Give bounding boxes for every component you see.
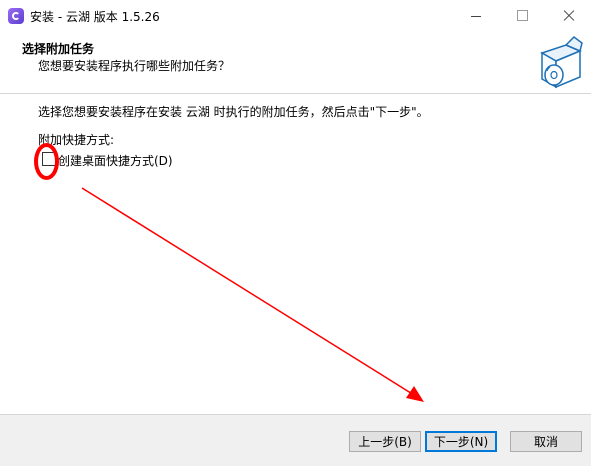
maximize-button[interactable] (499, 0, 545, 32)
close-button[interactable] (545, 0, 591, 32)
instruction-text: 选择您想要安装程序在安装 云湖 时执行的附加任务，然后点击"下一步"。 (38, 105, 429, 119)
window-title: 安装 - 云湖 版本 1.5.26 (30, 10, 160, 24)
cancel-button[interactable]: 取消 (510, 431, 582, 452)
install-box-icon (540, 36, 583, 89)
desktop-shortcut-label[interactable]: 创建桌面快捷方式(D) (58, 152, 173, 169)
title-bar: 安装 - 云湖 版本 1.5.26 (0, 0, 591, 32)
next-button[interactable]: 下一步(N) (425, 431, 497, 452)
app-icon (8, 8, 24, 24)
wizard-footer: 上一步(B) 下一步(N) 取消 (0, 414, 591, 466)
minimize-button[interactable] (453, 0, 499, 32)
header-divider (0, 93, 591, 94)
page-subtitle: 您想要安装程序执行哪些附加任务？ (38, 59, 231, 73)
back-button[interactable]: 上一步(B) (349, 431, 421, 452)
wizard-header: 选择附加任务 您想要安装程序执行哪些附加任务？ (0, 32, 591, 94)
page-title: 选择附加任务 (22, 42, 95, 56)
annotation-circle (34, 143, 59, 180)
